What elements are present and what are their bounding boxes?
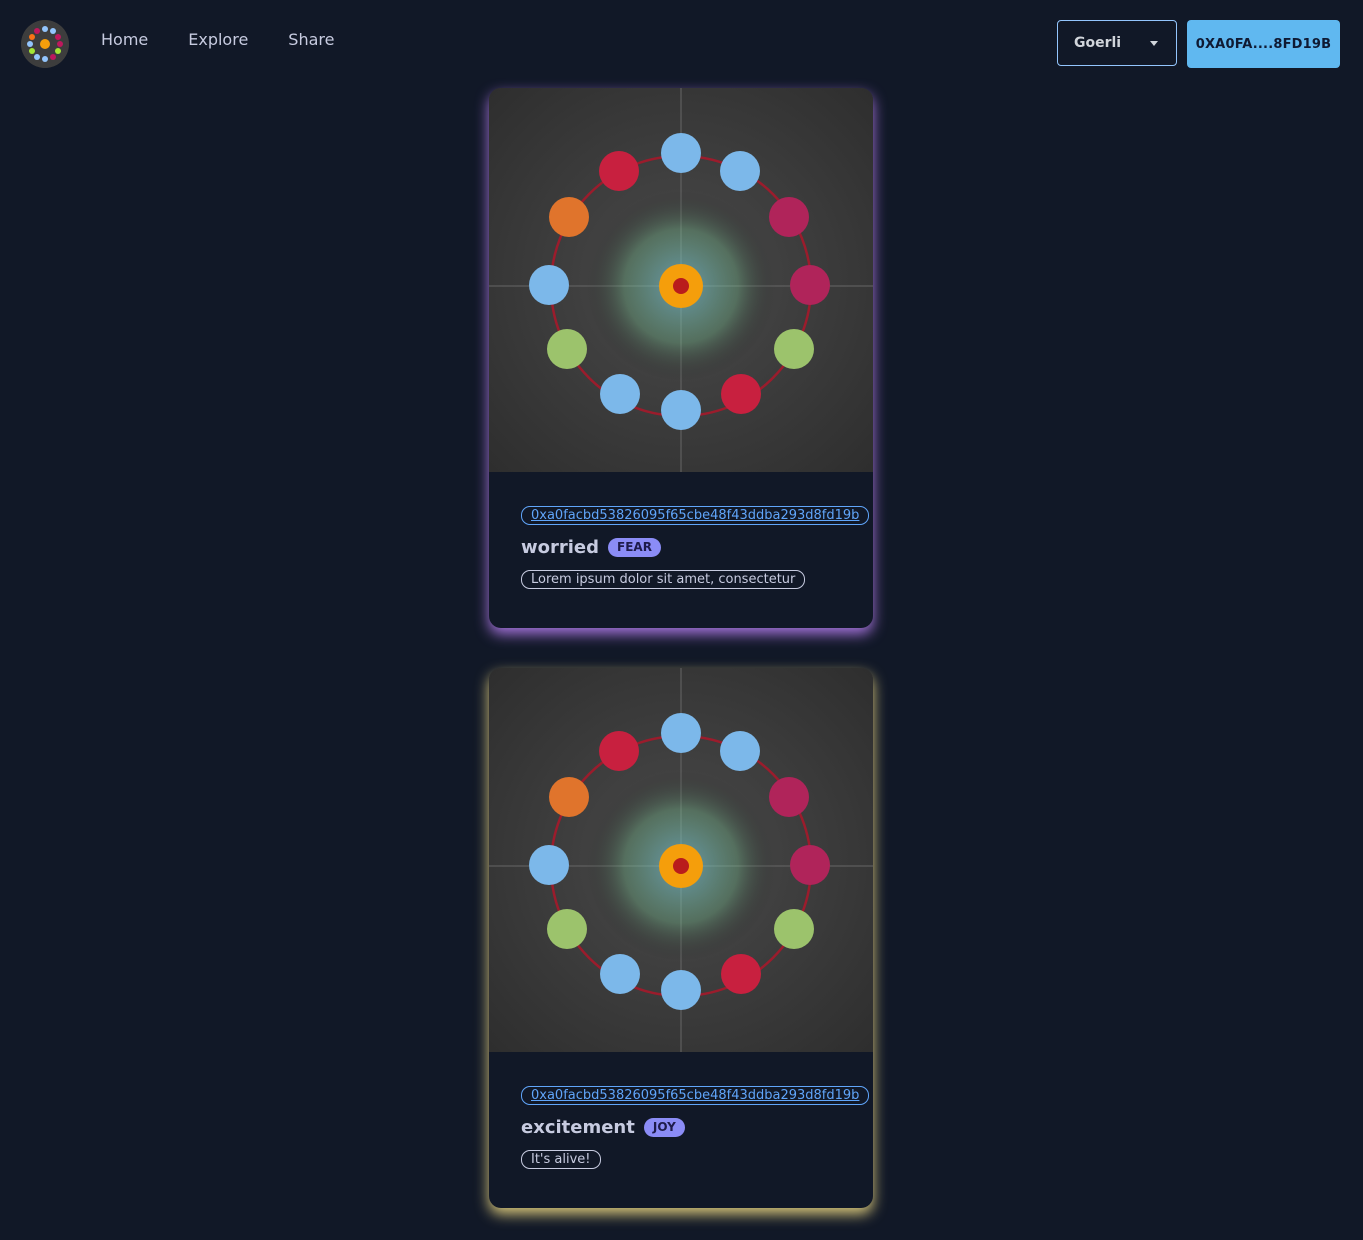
nav-home-link[interactable]: Home (101, 29, 148, 51)
title-row: worried FEAR (521, 537, 861, 558)
feeling-title: worried (521, 537, 600, 558)
feeling-card: 0xa0facbd53826095f65cbe48f43ddba293d8fd1… (489, 668, 873, 1208)
message-text: It's alive! (521, 1150, 601, 1169)
emotion-wheel-image (489, 88, 873, 472)
emotion-badge: FEAR (608, 538, 661, 557)
emotion-badge: JOY (643, 1118, 685, 1137)
navbar: Home Explore Share Goerli 0XA0FA....8FD1… (0, 0, 1363, 88)
feeling-card: 0xa0facbd53826095f65cbe48f43ddba293d8fd1… (489, 88, 873, 628)
app-logo[interactable] (21, 20, 69, 68)
card-body: 0xa0facbd53826095f65cbe48f43ddba293d8fd1… (521, 1084, 870, 1169)
network-select[interactable]: Goerli (1057, 20, 1177, 66)
emotion-wheel-logo-icon (21, 20, 69, 68)
nav-explore-link[interactable]: Explore (188, 29, 248, 51)
nav-share-link[interactable]: Share (288, 29, 334, 51)
title-row: excitement JOY (521, 1117, 861, 1138)
emotion-wheel-image (489, 668, 873, 1052)
chevron-down-icon (1150, 41, 1158, 46)
nav-links: Home Explore Share (101, 29, 334, 51)
card-body: 0xa0facbd53826095f65cbe48f43ddba293d8fd1… (521, 504, 870, 589)
wallet-address-button[interactable]: 0XA0FA....8FD19B (1187, 20, 1340, 68)
network-select-value: Goerli (1074, 35, 1122, 51)
feeling-title: excitement (521, 1117, 635, 1138)
address-link[interactable]: 0xa0facbd53826095f65cbe48f43ddba293d8fd1… (521, 1086, 870, 1105)
message-text: Lorem ipsum dolor sit amet, consectetur (521, 570, 806, 589)
address-link[interactable]: 0xa0facbd53826095f65cbe48f43ddba293d8fd1… (521, 506, 870, 525)
